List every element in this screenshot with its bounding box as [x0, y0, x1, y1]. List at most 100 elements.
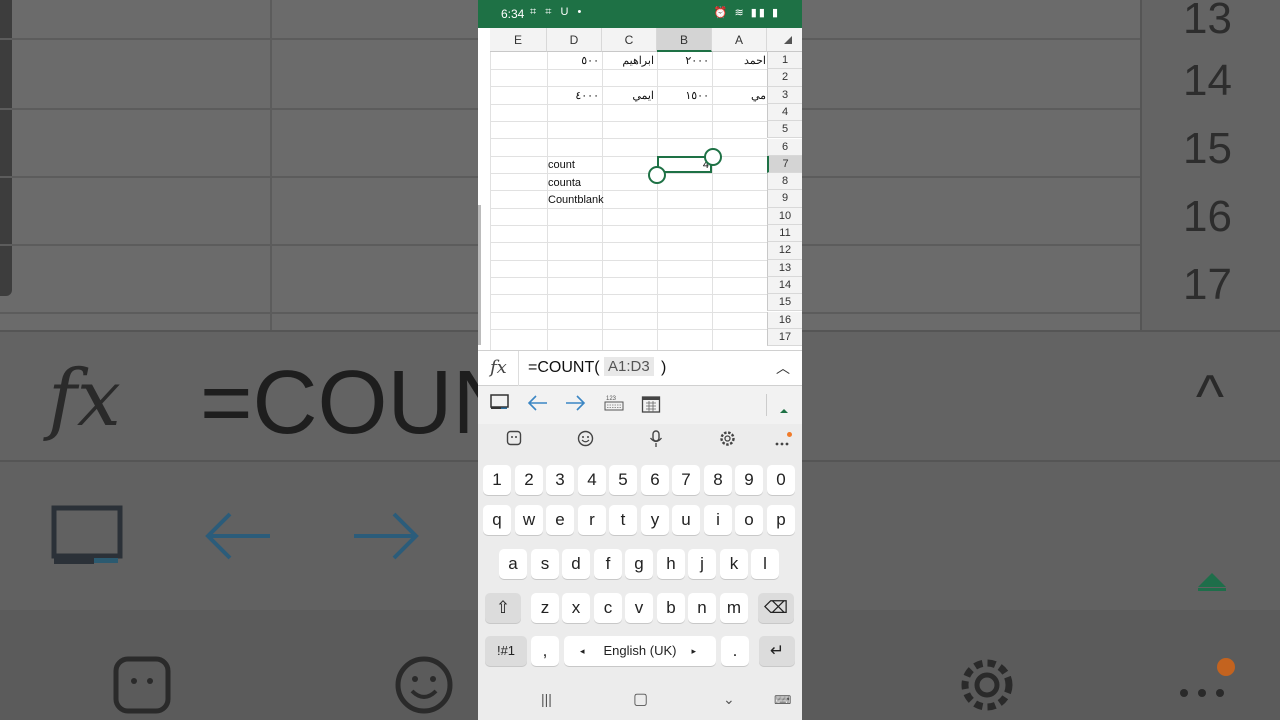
key[interactable]: 6: [641, 465, 669, 495]
row-header[interactable]: 5: [767, 121, 802, 139]
number-keyboard-icon[interactable]: 123: [604, 394, 624, 417]
sheet-view-icon[interactable]: [490, 394, 510, 417]
back-button[interactable]: ⌄: [723, 691, 735, 708]
column-header-e[interactable]: E: [490, 28, 547, 52]
key[interactable]: o: [735, 505, 763, 535]
selection-handle-top[interactable]: [704, 148, 722, 166]
comma-key[interactable]: ,: [531, 636, 559, 666]
key[interactable]: p: [767, 505, 795, 535]
cell-b3[interactable]: ١٥٠٠: [659, 88, 709, 105]
key[interactable]: a: [499, 549, 527, 579]
home-button[interactable]: ▢: [633, 689, 648, 709]
row-header[interactable]: 3: [767, 86, 802, 104]
key[interactable]: b: [657, 593, 685, 623]
key[interactable]: 9: [735, 465, 763, 495]
collapse-icon[interactable]: [779, 399, 789, 420]
column-header-b[interactable]: B: [657, 28, 712, 52]
key[interactable]: i: [704, 505, 732, 535]
key[interactable]: 0: [767, 465, 795, 495]
key[interactable]: u: [672, 505, 700, 535]
row-header[interactable]: 10: [767, 207, 802, 225]
backspace-key[interactable]: ⌫: [758, 593, 794, 623]
sticker-icon[interactable]: [506, 430, 522, 451]
calendar-icon[interactable]: [641, 394, 661, 419]
cell-a3[interactable]: مي: [714, 88, 766, 105]
row-header[interactable]: 6: [767, 138, 802, 156]
row-header[interactable]: 14: [767, 276, 802, 295]
formula-bar[interactable]: fx =COUNT( A1:D3 ) ︿: [478, 350, 802, 387]
key[interactable]: 3: [546, 465, 574, 495]
cell-d8[interactable]: counta: [548, 175, 581, 192]
shift-key[interactable]: ⇧: [485, 593, 521, 623]
row-header[interactable]: 15: [767, 294, 802, 312]
emoji-icon[interactable]: [577, 430, 594, 452]
key[interactable]: l: [751, 549, 779, 579]
row-header[interactable]: 2: [767, 69, 802, 87]
column-header-d[interactable]: D: [547, 28, 602, 52]
key[interactable]: v: [625, 593, 653, 623]
key[interactable]: r: [578, 505, 606, 535]
cell-a1[interactable]: احمد: [714, 53, 766, 70]
symbols-key[interactable]: !#1: [485, 636, 527, 666]
row-header[interactable]: 1: [767, 52, 802, 70]
select-all-corner[interactable]: [767, 28, 802, 52]
row-header[interactable]: 8: [767, 173, 802, 191]
row-header[interactable]: 17: [767, 328, 802, 347]
spreadsheet-grid[interactable]: E D C B A 1 2 3 4 5 6 7 8 9 10 11 12 13 …: [478, 28, 802, 350]
key[interactable]: m: [720, 593, 748, 623]
cell-d3[interactable]: ٤٠٠٠: [549, 88, 599, 105]
key[interactable]: j: [688, 549, 716, 579]
space-key[interactable]: ◂ English (UK) ▸: [564, 636, 716, 666]
formula-reference[interactable]: A1:D3: [604, 357, 654, 376]
key[interactable]: f: [594, 549, 622, 579]
row-header[interactable]: 13: [767, 259, 802, 277]
selection-handle-bottom[interactable]: [648, 166, 666, 184]
key[interactable]: n: [688, 593, 716, 623]
formula-text-start[interactable]: =COUNT(: [528, 359, 600, 377]
formula-text-end[interactable]: ): [661, 359, 666, 377]
key[interactable]: e: [546, 505, 574, 535]
row-header[interactable]: 4: [767, 103, 802, 122]
cell-c3[interactable]: ايمي: [604, 88, 654, 105]
key[interactable]: 4: [578, 465, 606, 495]
key[interactable]: w: [515, 505, 543, 535]
key[interactable]: 1: [483, 465, 511, 495]
key[interactable]: y: [641, 505, 669, 535]
key[interactable]: k: [720, 549, 748, 579]
mic-icon[interactable]: [649, 430, 663, 453]
scroll-indicator[interactable]: [478, 205, 481, 345]
recent-apps-button[interactable]: |||: [541, 691, 552, 707]
column-header-c[interactable]: C: [602, 28, 657, 52]
cell-b1[interactable]: ٢٠٠٠: [659, 53, 709, 70]
key[interactable]: 7: [672, 465, 700, 495]
key[interactable]: s: [531, 549, 559, 579]
key[interactable]: x: [562, 593, 590, 623]
settings-icon[interactable]: [719, 430, 736, 452]
arrow-left-icon[interactable]: [527, 394, 549, 417]
key[interactable]: c: [594, 593, 622, 623]
cell-d7[interactable]: count: [548, 157, 575, 174]
row-header[interactable]: 12: [767, 242, 802, 260]
key[interactable]: z: [531, 593, 559, 623]
key[interactable]: 2: [515, 465, 543, 495]
key[interactable]: q: [483, 505, 511, 535]
period-key[interactable]: .: [721, 636, 749, 666]
enter-key[interactable]: ↵: [759, 636, 795, 666]
row-header[interactable]: 11: [767, 225, 802, 243]
row-header[interactable]: 16: [767, 311, 802, 329]
key[interactable]: d: [562, 549, 590, 579]
keyboard-switch-button[interactable]: ⌨: [774, 693, 791, 707]
row-header[interactable]: 7: [767, 155, 802, 174]
key[interactable]: 8: [704, 465, 732, 495]
cell-d9[interactable]: Countblank: [548, 192, 604, 209]
fx-icon[interactable]: fx: [490, 357, 507, 378]
key[interactable]: t: [609, 505, 637, 535]
arrow-right-icon[interactable]: [564, 394, 586, 417]
cell-c1[interactable]: ابراهيم: [604, 53, 654, 70]
row-header[interactable]: 9: [767, 190, 802, 208]
key[interactable]: 5: [609, 465, 637, 495]
key[interactable]: g: [625, 549, 653, 579]
chevron-up-icon[interactable]: ︿: [776, 358, 790, 378]
cell-d1[interactable]: ٥٠٠: [549, 53, 599, 70]
key[interactable]: h: [657, 549, 685, 579]
